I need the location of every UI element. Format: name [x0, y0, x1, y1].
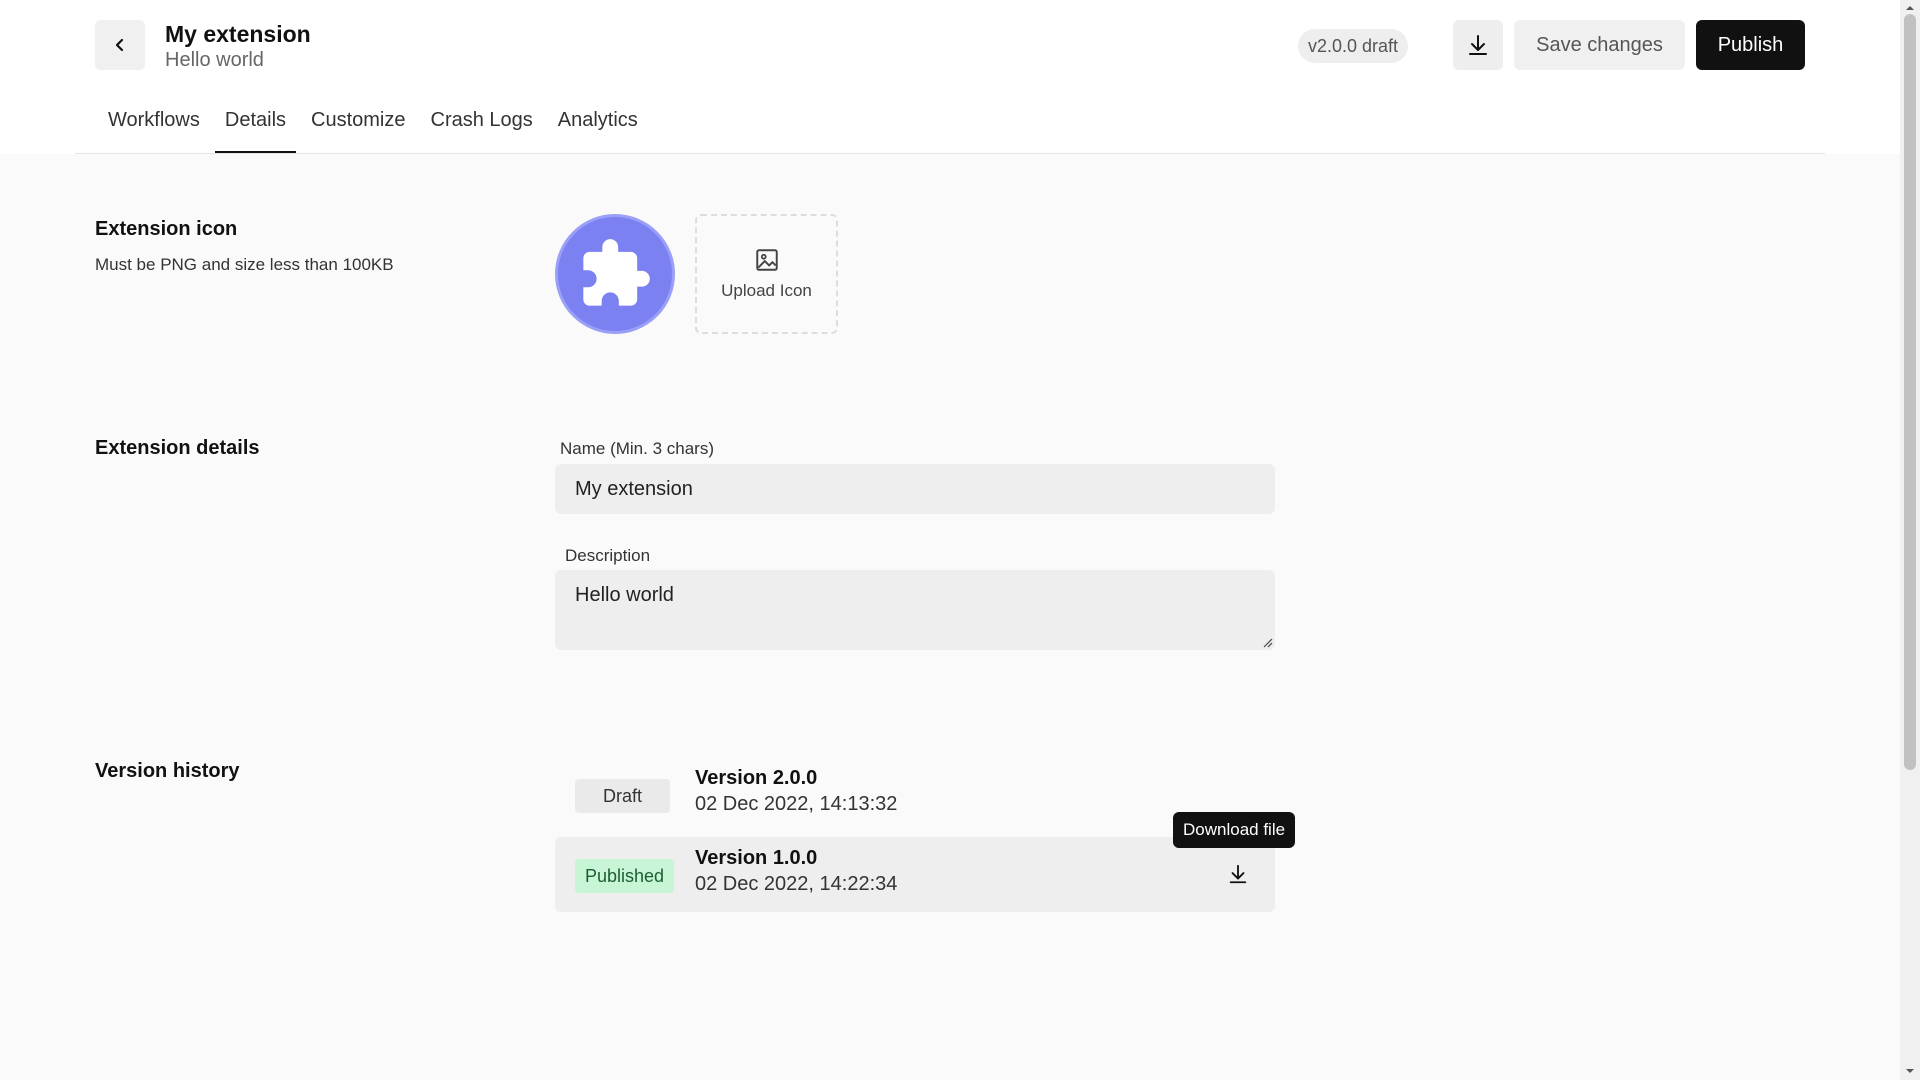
version-badge: v2.0.0 draft	[1298, 29, 1409, 63]
scroll-up-icon[interactable]	[1905, 3, 1915, 13]
upload-icon-button[interactable]: Upload Icon	[695, 214, 838, 334]
download-button[interactable]	[1453, 20, 1503, 70]
tab-analytics[interactable]: Analytics	[548, 105, 648, 153]
version-name: Version 1.0.0	[695, 847, 818, 869]
version-history-title: Version history	[95, 760, 240, 782]
download-file-button[interactable]	[1223, 859, 1253, 889]
version-date: 02 Dec 2022, 14:13:32	[695, 793, 898, 815]
header: My extension Hello world v2.0.0 draft Sa…	[0, 0, 1900, 154]
extension-icon	[555, 214, 675, 334]
description-field-label: Description	[565, 546, 651, 565]
name-field-label: Name (Min. 3 chars)	[560, 439, 714, 458]
version-row: Draft Version 2.0.0 02 Dec 2022, 14:13:3…	[555, 757, 1275, 832]
status-badge: Published	[575, 859, 675, 893]
chevron-left-icon	[115, 38, 124, 52]
title-block: My extension Hello world	[165, 20, 311, 72]
description-value: Hello world	[575, 584, 674, 606]
tab-workflows[interactable]: Workflows	[98, 105, 210, 153]
extension-icon-title: Extension icon	[95, 218, 238, 240]
extension-icon-description: Must be PNG and size less than 100KB	[95, 255, 394, 274]
resize-grip-icon[interactable]	[1261, 636, 1273, 648]
description-textarea[interactable]: Hello world	[555, 570, 1275, 650]
upload-icon-label: Upload Icon	[721, 281, 812, 300]
tab-bar: Workflows Details Customize Crash Logs A…	[98, 105, 653, 153]
image-icon	[755, 249, 778, 271]
name-input[interactable]: My extension	[555, 464, 1275, 514]
scrollbar[interactable]	[1900, 0, 1920, 1080]
scroll-down-icon[interactable]	[1905, 1066, 1915, 1076]
page-subtitle: Hello world	[165, 49, 264, 71]
tab-details[interactable]: Details	[214, 105, 297, 153]
tab-crash-logs[interactable]: Crash Logs	[421, 105, 543, 153]
status-badge: Draft	[575, 779, 671, 813]
download-icon	[1229, 864, 1247, 884]
version-name: Version 2.0.0	[695, 767, 818, 789]
publish-button[interactable]: Publish	[1696, 20, 1805, 70]
version-date: 02 Dec 2022, 14:22:34	[695, 873, 898, 895]
scroll-thumb[interactable]	[1904, 14, 1916, 770]
tab-customize[interactable]: Customize	[301, 105, 415, 153]
page-title: My extension	[165, 21, 311, 47]
version-row: Published Version 1.0.0 02 Dec 2022, 14:…	[555, 837, 1275, 912]
header-inner: My extension Hello world v2.0.0 draft Sa…	[75, 0, 1825, 154]
download-icon	[1469, 35, 1487, 55]
puzzle-icon	[583, 239, 650, 306]
save-changes-button[interactable]: Save changes	[1514, 20, 1685, 70]
extension-details-title: Extension details	[95, 437, 260, 459]
back-button[interactable]	[95, 20, 145, 70]
download-tooltip: Download file	[1173, 812, 1296, 848]
